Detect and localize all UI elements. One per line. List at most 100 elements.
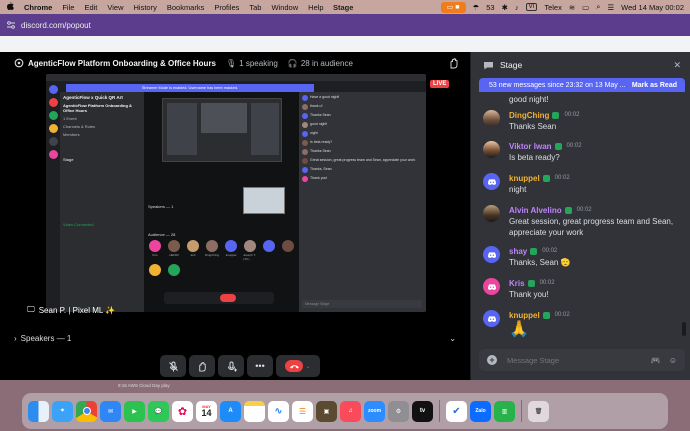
request-to-speak-button[interactable] [218, 355, 244, 377]
url-text[interactable]: discord.com/popout [21, 21, 91, 30]
numbers-icon[interactable]: ▥ [494, 400, 515, 422]
site-settings-icon[interactable] [6, 20, 16, 30]
screen-share-indicator[interactable]: ▭ ■ [440, 1, 466, 13]
message-input[interactable] [507, 355, 627, 365]
menu-window[interactable]: Window [271, 3, 298, 12]
control-center-icon[interactable]: ☰ [607, 3, 614, 12]
menu-app-chrome[interactable]: Chrome [24, 3, 52, 12]
settings-icon[interactable]: ⚙ [388, 400, 409, 422]
avatar[interactable] [483, 310, 500, 327]
mini-chat-message: Great session, great progress team and S… [302, 158, 423, 164]
menu-profiles[interactable]: Profiles [214, 3, 239, 12]
bluetooth-icon[interactable]: ✱ [502, 3, 508, 12]
photos-icon[interactable]: ✿ [172, 400, 193, 422]
search-icon[interactable]: ⌕ [596, 2, 600, 12]
input-method-box[interactable]: VI [525, 3, 538, 11]
mini-audience-member: knuppel [224, 240, 238, 261]
raise-hand-button[interactable] [189, 355, 215, 377]
avatar[interactable] [483, 141, 500, 158]
mini-audience-member [167, 264, 181, 277]
terminal-icon[interactable]: ▣ [316, 400, 337, 422]
messages-icon[interactable]: 💬 [148, 400, 169, 422]
speaking-count: 🎙 1 speaking [226, 59, 278, 68]
cliq-icon[interactable]: ✔ [446, 400, 467, 422]
freeform-icon[interactable]: ∿ [268, 400, 289, 422]
appstore-icon[interactable]: A [220, 400, 241, 422]
chrome-icon[interactable] [76, 400, 97, 422]
username[interactable]: knuppel [509, 310, 540, 321]
avatar[interactable] [483, 173, 500, 190]
avatar[interactable] [483, 110, 500, 127]
battery-icon[interactable]: ▭ [582, 3, 589, 12]
calendar-icon[interactable]: MAY 14 [196, 400, 217, 422]
music-status-icon[interactable]: ♪ [515, 3, 519, 12]
mini-speakers-label: Speakers — 1 [148, 204, 174, 209]
status-count[interactable]: 53 [486, 3, 494, 12]
safari-icon[interactable]: ⌖ [52, 400, 73, 422]
share-icon: ▭ [446, 4, 454, 11]
avatar[interactable] [483, 205, 500, 222]
discord-logo-icon [487, 283, 496, 290]
chat-header: Stage ✕ [471, 52, 690, 78]
gamepad-icon[interactable]: 🎮 [651, 356, 661, 365]
emoji-icon[interactable]: ☺ [669, 356, 677, 365]
mini-streamer-banner: Streamer Mode is enabled. Username has b… [66, 84, 314, 92]
trash-icon[interactable]: 🗑 [528, 400, 549, 422]
menu-view[interactable]: View [107, 3, 123, 12]
mini-chat-message: Thanks, Sean [302, 167, 423, 173]
chat-bubble-icon [484, 61, 493, 69]
finder-icon[interactable] [28, 400, 49, 422]
zoom-icon[interactable]: zoom [364, 400, 385, 422]
mute-button[interactable] [160, 355, 186, 377]
add-attachment-icon[interactable]: + [487, 355, 497, 365]
facetime-icon[interactable]: ▶ [124, 400, 145, 422]
username[interactable]: shay [509, 246, 527, 257]
menu-history[interactable]: History [134, 3, 157, 12]
zalo-icon[interactable]: Zalo [470, 400, 491, 422]
leave-stage-button[interactable]: ⌄ [276, 355, 320, 377]
mini-audience-member [281, 240, 295, 261]
stage-pane: AgenticFlow Platform Onboarding & Office… [0, 52, 470, 380]
username[interactable]: DingChing [509, 110, 549, 121]
wifi-icon[interactable]: ≋ [569, 3, 575, 12]
verified-shield-icon [542, 175, 550, 182]
username[interactable]: Alvin Alvelino [509, 205, 562, 216]
request-to-speak-icon[interactable] [448, 57, 460, 69]
avatar[interactable] [483, 246, 500, 263]
avatar[interactable] [483, 278, 500, 295]
menu-tab[interactable]: Tab [249, 3, 261, 12]
close-icon[interactable]: ✕ [673, 60, 681, 71]
new-messages-bar[interactable]: 53 new messages since 23:32 on 13 May ..… [479, 78, 685, 92]
chat-scrollbar[interactable] [682, 322, 686, 336]
notes-icon[interactable] [244, 400, 265, 422]
input-method-label[interactable]: Telex [544, 3, 562, 12]
speakers-label: Speakers — 1 [20, 334, 72, 343]
browser-url-bar[interactable]: discord.com/popout [0, 14, 690, 36]
mini-composer: Message Stage [302, 300, 422, 308]
clock[interactable]: Wed 14 May 00:02 [621, 3, 684, 12]
appletv-icon[interactable]: tv [412, 400, 433, 422]
chat-message: shay 00:02 Thanks, Sean 🫡 [483, 246, 679, 268]
menu-bookmarks[interactable]: Bookmarks [167, 3, 205, 12]
reminders-icon[interactable]: ☰ [292, 400, 313, 422]
mini-audience-member: ash [186, 240, 200, 261]
mini-chat-message: Is beta ready? [302, 140, 423, 146]
mini-chat-panel: Have a good night! thank u! Thanks Sean … [299, 92, 426, 312]
chevron-down-icon[interactable]: ⌄ [449, 334, 456, 343]
speakers-section-toggle[interactable]: › Speakers — 1 ⌄ [14, 334, 464, 343]
username[interactable]: Kris [509, 278, 525, 289]
username[interactable]: knuppel [509, 173, 540, 184]
menu-edit[interactable]: Edit [84, 3, 97, 12]
mark-as-read-button[interactable]: Mark as Read [632, 82, 677, 89]
discord-logo-icon [487, 315, 496, 322]
menu-help[interactable]: Help [308, 3, 323, 12]
notification-icon[interactable]: ☂ [473, 3, 480, 12]
mail-icon[interactable]: ✉ [100, 400, 121, 422]
menu-file[interactable]: File [62, 3, 74, 12]
screen-share-video[interactable]: Streamer Mode is enabled. Username has b… [46, 74, 426, 312]
username[interactable]: Viktor Iwan [509, 141, 552, 152]
more-options-button[interactable]: ••• [247, 355, 273, 377]
apple-icon[interactable] [6, 1, 14, 13]
message-list[interactable]: good night! DingChing 00:02 Thanks Sean [471, 84, 683, 348]
music-icon[interactable]: ♫ [340, 400, 361, 422]
